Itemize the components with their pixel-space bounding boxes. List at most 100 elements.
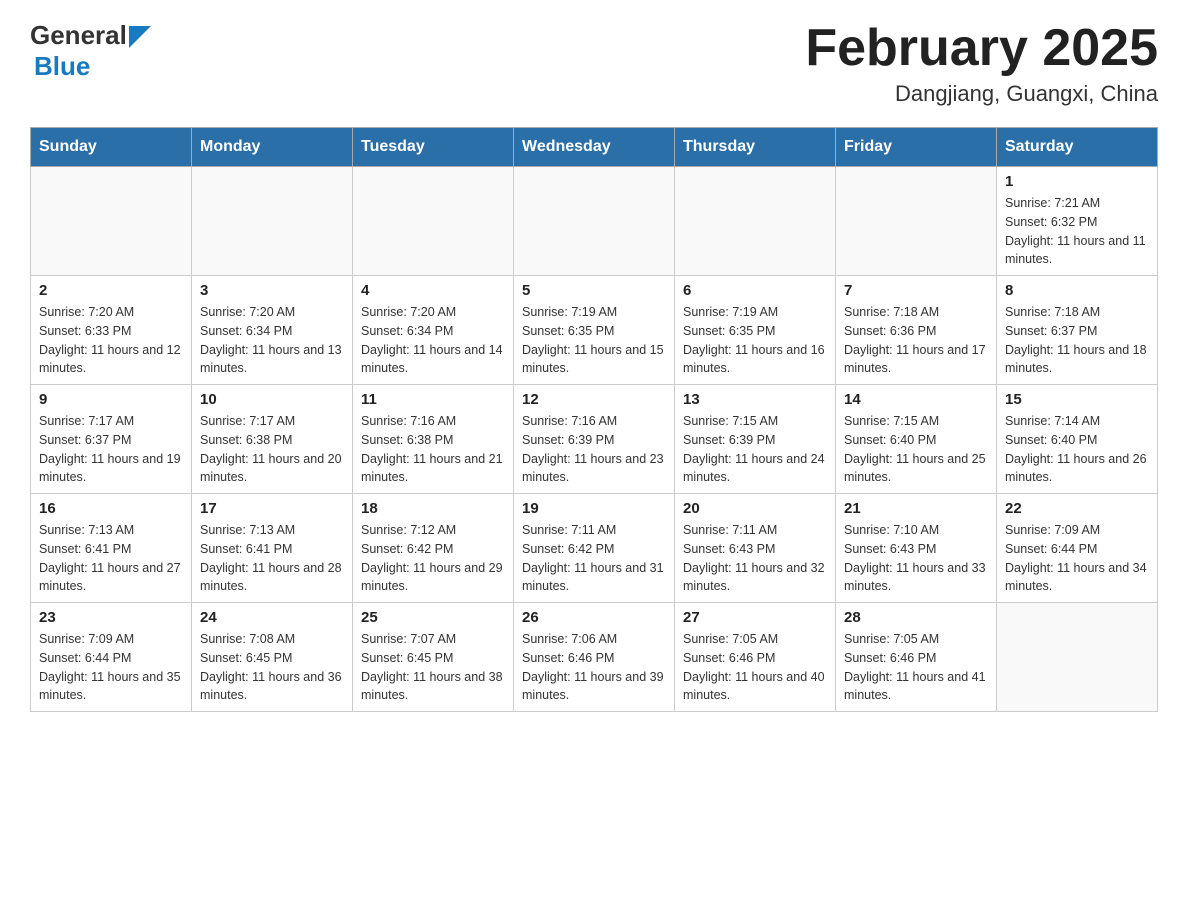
logo-text-blue: Blue — [34, 51, 90, 82]
day-info: Sunrise: 7:09 AMSunset: 6:44 PMDaylight:… — [39, 630, 183, 705]
day-info: Sunrise: 7:20 AMSunset: 6:34 PMDaylight:… — [200, 303, 344, 378]
calendar-cell: 4 Sunrise: 7:20 AMSunset: 6:34 PMDaylight… — [353, 276, 514, 385]
logo-text-general: General — [30, 20, 127, 51]
calendar-cell: 8 Sunrise: 7:18 AMSunset: 6:37 PMDaylight… — [997, 276, 1158, 385]
calendar-cell: 26 Sunrise: 7:06 AMSunset: 6:46 PMDayligh… — [514, 603, 675, 712]
calendar-cell: 23 Sunrise: 7:09 AMSunset: 6:44 PMDayligh… — [31, 603, 192, 712]
title-block: February 2025 Dangjiang, Guangxi, China — [805, 20, 1158, 107]
calendar-cell: 27 Sunrise: 7:05 AMSunset: 6:46 PMDayligh… — [675, 603, 836, 712]
calendar-cell: 22Sunrise: 7:09 AMSunset: 6:44 PMDayligh… — [997, 494, 1158, 603]
day-number: 8 — [1005, 282, 1149, 299]
day-info: Sunrise: 7:20 AMSunset: 6:34 PMDaylight:… — [361, 303, 505, 378]
calendar-cell: 11Sunrise: 7:16 AMSunset: 6:38 PMDayligh… — [353, 385, 514, 494]
day-number: 2 — [39, 282, 183, 299]
day-number: 1 — [1005, 173, 1149, 190]
day-info: Sunrise: 7:10 AMSunset: 6:43 PMDaylight:… — [844, 521, 988, 596]
day-info: Sunrise: 7:20 AMSunset: 6:33 PMDaylight:… — [39, 303, 183, 378]
column-header-wednesday: Wednesday — [514, 128, 675, 167]
day-info: Sunrise: 7:11 AMSunset: 6:42 PMDaylight:… — [522, 521, 666, 596]
day-info: Sunrise: 7:13 AMSunset: 6:41 PMDaylight:… — [39, 521, 183, 596]
calendar-cell: 15Sunrise: 7:14 AMSunset: 6:40 PMDayligh… — [997, 385, 1158, 494]
calendar-cell — [675, 167, 836, 276]
day-number: 24 — [200, 609, 344, 626]
calendar-cell: 28 Sunrise: 7:05 AMSunset: 6:46 PMDayligh… — [836, 603, 997, 712]
calendar-cell: 17 Sunrise: 7:13 AMSunset: 6:41 PMDayligh… — [192, 494, 353, 603]
calendar-cell — [192, 167, 353, 276]
calendar-cell — [514, 167, 675, 276]
day-number: 7 — [844, 282, 988, 299]
column-header-sunday: Sunday — [31, 128, 192, 167]
day-number: 14 — [844, 391, 988, 408]
day-number: 17 — [200, 500, 344, 517]
calendar-week-row: 2 Sunrise: 7:20 AMSunset: 6:33 PMDaylight… — [31, 276, 1158, 385]
calendar-cell: 1 Sunrise: 7:21 AMSunset: 6:32 PMDaylight… — [997, 167, 1158, 276]
day-info: Sunrise: 7:13 AMSunset: 6:41 PMDaylight:… — [200, 521, 344, 596]
day-number: 19 — [522, 500, 666, 517]
day-info: Sunrise: 7:19 AMSunset: 6:35 PMDaylight:… — [522, 303, 666, 378]
calendar-week-row: 23 Sunrise: 7:09 AMSunset: 6:44 PMDayligh… — [31, 603, 1158, 712]
page-header: General Blue February 2025 Dangjiang, Gu… — [30, 20, 1158, 107]
day-info: Sunrise: 7:21 AMSunset: 6:32 PMDaylight:… — [1005, 194, 1149, 269]
calendar-cell: 16Sunrise: 7:13 AMSunset: 6:41 PMDayligh… — [31, 494, 192, 603]
calendar-cell — [31, 167, 192, 276]
day-info: Sunrise: 7:11 AMSunset: 6:43 PMDaylight:… — [683, 521, 827, 596]
day-number: 23 — [39, 609, 183, 626]
day-info: Sunrise: 7:09 AMSunset: 6:44 PMDaylight:… — [1005, 521, 1149, 596]
calendar-week-row: 16Sunrise: 7:13 AMSunset: 6:41 PMDayligh… — [31, 494, 1158, 603]
column-header-thursday: Thursday — [675, 128, 836, 167]
column-header-tuesday: Tuesday — [353, 128, 514, 167]
column-header-monday: Monday — [192, 128, 353, 167]
day-info: Sunrise: 7:08 AMSunset: 6:45 PMDaylight:… — [200, 630, 344, 705]
day-info: Sunrise: 7:18 AMSunset: 6:37 PMDaylight:… — [1005, 303, 1149, 378]
day-info: Sunrise: 7:17 AMSunset: 6:37 PMDaylight:… — [39, 412, 183, 487]
calendar-cell: 25 Sunrise: 7:07 AMSunset: 6:45 PMDayligh… — [353, 603, 514, 712]
day-number: 21 — [844, 500, 988, 517]
day-number: 26 — [522, 609, 666, 626]
day-number: 9 — [39, 391, 183, 408]
day-number: 10 — [200, 391, 344, 408]
day-number: 12 — [522, 391, 666, 408]
calendar-cell: 24 Sunrise: 7:08 AMSunset: 6:45 PMDayligh… — [192, 603, 353, 712]
calendar-cell: 19 Sunrise: 7:11 AMSunset: 6:42 PMDayligh… — [514, 494, 675, 603]
day-number: 3 — [200, 282, 344, 299]
logo: General Blue — [30, 20, 151, 82]
logo-triangle-icon — [129, 26, 151, 48]
column-header-saturday: Saturday — [997, 128, 1158, 167]
calendar-cell: 14Sunrise: 7:15 AMSunset: 6:40 PMDayligh… — [836, 385, 997, 494]
day-info: Sunrise: 7:06 AMSunset: 6:46 PMDaylight:… — [522, 630, 666, 705]
calendar-cell: 20 Sunrise: 7:11 AMSunset: 6:43 PMDayligh… — [675, 494, 836, 603]
day-number: 4 — [361, 282, 505, 299]
day-info: Sunrise: 7:05 AMSunset: 6:46 PMDaylight:… — [844, 630, 988, 705]
day-info: Sunrise: 7:16 AMSunset: 6:38 PMDaylight:… — [361, 412, 505, 487]
day-number: 20 — [683, 500, 827, 517]
day-info: Sunrise: 7:16 AMSunset: 6:39 PMDaylight:… — [522, 412, 666, 487]
calendar-cell — [353, 167, 514, 276]
calendar-cell: 12 Sunrise: 7:16 AMSunset: 6:39 PMDayligh… — [514, 385, 675, 494]
calendar-cell: 21 Sunrise: 7:10 AMSunset: 6:43 PMDayligh… — [836, 494, 997, 603]
day-number: 6 — [683, 282, 827, 299]
calendar-title: February 2025 — [805, 20, 1158, 77]
calendar-cell — [997, 603, 1158, 712]
column-header-friday: Friday — [836, 128, 997, 167]
calendar-cell: 18 Sunrise: 7:12 AMSunset: 6:42 PMDayligh… — [353, 494, 514, 603]
day-number: 28 — [844, 609, 988, 626]
calendar-cell: 2 Sunrise: 7:20 AMSunset: 6:33 PMDaylight… — [31, 276, 192, 385]
calendar-week-row: 1 Sunrise: 7:21 AMSunset: 6:32 PMDaylight… — [31, 167, 1158, 276]
day-number: 18 — [361, 500, 505, 517]
day-number: 13 — [683, 391, 827, 408]
calendar-cell: 10 Sunrise: 7:17 AMSunset: 6:38 PMDayligh… — [192, 385, 353, 494]
calendar-cell: 5Sunrise: 7:19 AMSunset: 6:35 PMDaylight… — [514, 276, 675, 385]
calendar-cell: 9 Sunrise: 7:17 AMSunset: 6:37 PMDaylight… — [31, 385, 192, 494]
calendar-header-row: SundayMondayTuesdayWednesdayThursdayFrid… — [31, 128, 1158, 167]
day-info: Sunrise: 7:17 AMSunset: 6:38 PMDaylight:… — [200, 412, 344, 487]
calendar-table: SundayMondayTuesdayWednesdayThursdayFrid… — [30, 127, 1158, 712]
day-info: Sunrise: 7:12 AMSunset: 6:42 PMDaylight:… — [361, 521, 505, 596]
calendar-subtitle: Dangjiang, Guangxi, China — [805, 81, 1158, 107]
calendar-cell: 13Sunrise: 7:15 AMSunset: 6:39 PMDayligh… — [675, 385, 836, 494]
day-number: 27 — [683, 609, 827, 626]
calendar-cell: 3 Sunrise: 7:20 AMSunset: 6:34 PMDaylight… — [192, 276, 353, 385]
day-info: Sunrise: 7:07 AMSunset: 6:45 PMDaylight:… — [361, 630, 505, 705]
day-info: Sunrise: 7:05 AMSunset: 6:46 PMDaylight:… — [683, 630, 827, 705]
day-info: Sunrise: 7:14 AMSunset: 6:40 PMDaylight:… — [1005, 412, 1149, 487]
day-number: 25 — [361, 609, 505, 626]
